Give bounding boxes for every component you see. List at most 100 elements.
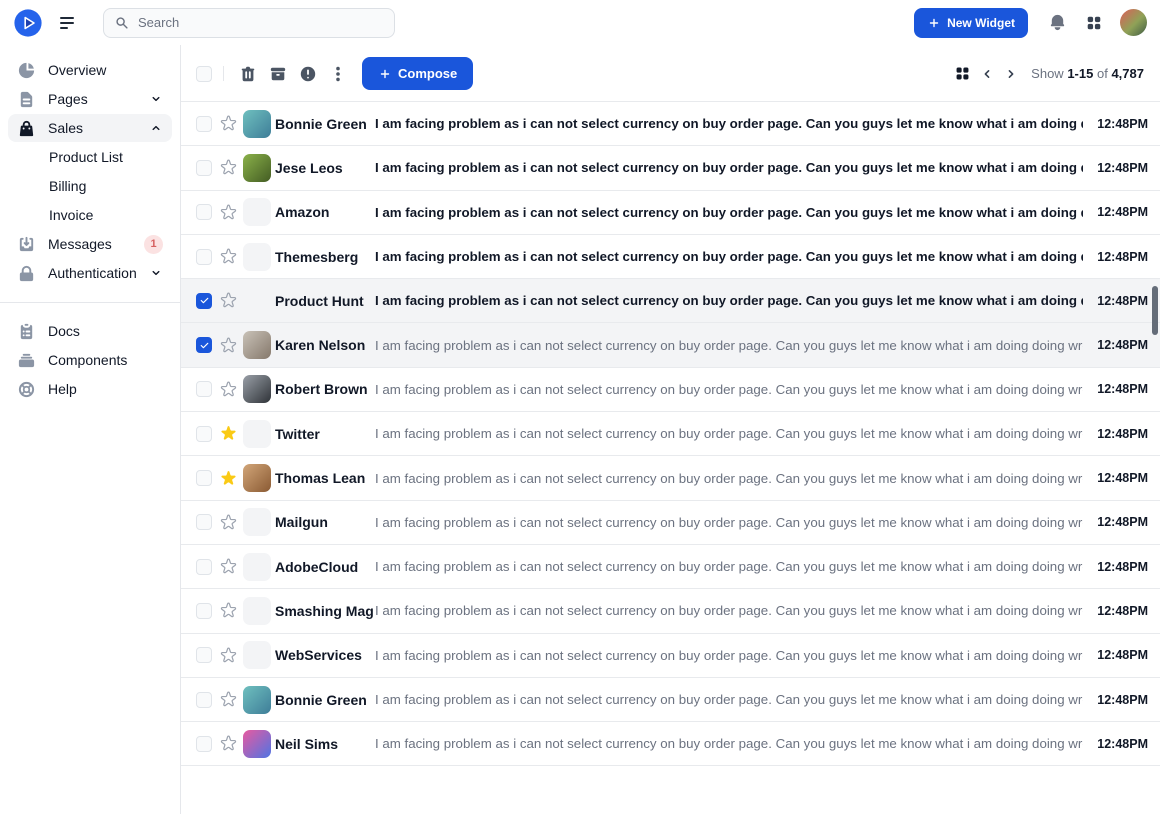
sender-avatar: [243, 331, 271, 359]
select-all-checkbox[interactable]: [196, 66, 212, 82]
row-checkbox[interactable]: [196, 603, 212, 619]
row-checkbox[interactable]: [196, 381, 212, 397]
compose-button[interactable]: Compose: [362, 57, 473, 90]
compose-label: Compose: [398, 66, 457, 81]
menu-toggle-button[interactable]: [51, 7, 83, 39]
star-icon[interactable]: [218, 202, 238, 222]
message-preview: I am facing problem as i can not select …: [375, 338, 1083, 353]
delete-button[interactable]: [233, 59, 263, 89]
archive-button[interactable]: [263, 59, 293, 89]
view-grid-button[interactable]: [949, 61, 975, 87]
sender-name: Twitter: [275, 426, 375, 442]
sidebar-item-label: Overview: [48, 62, 106, 78]
mail-row[interactable]: AdobeCloudI am facing problem as i can n…: [181, 545, 1160, 589]
sidebar-item-authentication[interactable]: Authentication: [8, 259, 172, 287]
message-preview: I am facing problem as i can not select …: [375, 692, 1083, 707]
mail-row[interactable]: Karen NelsonI am facing problem as i can…: [181, 323, 1160, 367]
search-input[interactable]: [138, 15, 383, 30]
row-checkbox[interactable]: [196, 470, 212, 486]
row-checkbox[interactable]: [196, 337, 212, 353]
new-widget-button[interactable]: New Widget: [914, 8, 1028, 38]
header-actions: New Widget: [914, 7, 1147, 39]
message-time: 12:48PM: [1097, 382, 1148, 396]
support-icon: [17, 380, 36, 399]
menu-icon: [57, 13, 77, 33]
star-icon[interactable]: [218, 690, 238, 710]
sidebar-item-sales[interactable]: Sales: [8, 114, 172, 142]
app-logo-icon[interactable]: [13, 8, 43, 38]
sidebar-item-help[interactable]: Help: [8, 375, 172, 403]
row-checkbox[interactable]: [196, 559, 212, 575]
sidebar-item-invoice[interactable]: Invoice: [8, 201, 172, 229]
user-avatar[interactable]: [1120, 9, 1147, 36]
star-icon[interactable]: [218, 424, 238, 444]
apps-menu-button[interactable]: [1078, 7, 1110, 39]
mail-row[interactable]: MailgunI am facing problem as i can not …: [181, 501, 1160, 545]
star-icon[interactable]: [218, 114, 238, 134]
sidebar-item-docs[interactable]: Docs: [8, 317, 172, 345]
mail-row[interactable]: Neil SimsI am facing problem as i can no…: [181, 722, 1160, 766]
star-icon[interactable]: [218, 601, 238, 621]
row-checkbox[interactable]: [196, 116, 212, 132]
star-icon[interactable]: [218, 379, 238, 399]
next-page-button[interactable]: [999, 62, 1023, 86]
mail-row[interactable]: ThemesbergI am facing problem as i can n…: [181, 235, 1160, 279]
message-preview: I am facing problem as i can not select …: [375, 116, 1083, 131]
star-icon[interactable]: [218, 645, 238, 665]
row-checkbox[interactable]: [196, 514, 212, 530]
mail-row[interactable]: Robert BrownI am facing problem as i can…: [181, 368, 1160, 412]
sidebar-item-product-list[interactable]: Product List: [8, 143, 172, 171]
star-icon[interactable]: [218, 335, 238, 355]
star-icon[interactable]: [218, 734, 238, 754]
sidebar-item-overview[interactable]: Overview: [8, 56, 172, 84]
sidebar-item-components[interactable]: Components: [8, 346, 172, 374]
star-icon[interactable]: [218, 512, 238, 532]
sidebar-item-label: Pages: [48, 91, 88, 107]
sender-name: Robert Brown: [275, 381, 375, 397]
row-checkbox[interactable]: [196, 293, 212, 309]
row-checkbox[interactable]: [196, 647, 212, 663]
row-checkbox[interactable]: [196, 204, 212, 220]
row-checkbox[interactable]: [196, 692, 212, 708]
star-icon[interactable]: [218, 247, 238, 267]
mail-row[interactable]: Jese LeosI am facing problem as i can no…: [181, 146, 1160, 190]
row-checkbox[interactable]: [196, 249, 212, 265]
search-box: [103, 8, 395, 38]
mail-row[interactable]: Product HuntI am facing problem as i can…: [181, 279, 1160, 323]
mail-row[interactable]: WebServicesI am facing problem as i can …: [181, 634, 1160, 678]
star-icon[interactable]: [218, 557, 238, 577]
scrollbar-thumb[interactable]: [1152, 286, 1158, 335]
mail-row[interactable]: Bonnie GreenI am facing problem as i can…: [181, 102, 1160, 146]
more-options-button[interactable]: [323, 59, 353, 89]
sidebar-item-messages[interactable]: Messages1: [8, 230, 172, 258]
star-icon[interactable]: [218, 158, 238, 178]
mail-row[interactable]: Thomas LeanI am facing problem as i can …: [181, 456, 1160, 500]
report-spam-button[interactable]: [293, 59, 323, 89]
previous-page-button[interactable]: [975, 62, 999, 86]
mail-row[interactable]: TwitterI am facing problem as i can not …: [181, 412, 1160, 456]
plus-icon: [378, 67, 392, 81]
sender-avatar: [243, 154, 271, 182]
sidebar-item-label: Help: [48, 381, 77, 397]
star-icon[interactable]: [218, 291, 238, 311]
message-preview: I am facing problem as i can not select …: [375, 515, 1083, 530]
sidebar-item-pages[interactable]: Pages: [8, 85, 172, 113]
star-icon[interactable]: [218, 468, 238, 488]
inbox-toolbar: Compose Show 1-15 of 4,787: [181, 45, 1160, 101]
chevron-up-icon: [149, 121, 163, 135]
top-navbar: New Widget: [0, 0, 1160, 45]
row-checkbox[interactable]: [196, 426, 212, 442]
notifications-button[interactable]: [1041, 7, 1073, 39]
sidebar-item-billing[interactable]: Billing: [8, 172, 172, 200]
sender-avatar: [243, 686, 271, 714]
row-checkbox[interactable]: [196, 736, 212, 752]
new-widget-label: New Widget: [947, 16, 1015, 30]
mail-row[interactable]: AmazonI am facing problem as i can not s…: [181, 191, 1160, 235]
toolbar-right: Show 1-15 of 4,787: [949, 61, 1144, 87]
avatar-placeholder: [243, 243, 271, 271]
row-checkbox[interactable]: [196, 160, 212, 176]
sender-avatar: [243, 110, 271, 138]
mail-row[interactable]: Smashing MagI am facing problem as i can…: [181, 589, 1160, 633]
mail-row[interactable]: Bonnie GreenI am facing problem as i can…: [181, 678, 1160, 722]
content-row: Overview Pages SalesProduct ListBillingInv…: [0, 45, 1160, 814]
